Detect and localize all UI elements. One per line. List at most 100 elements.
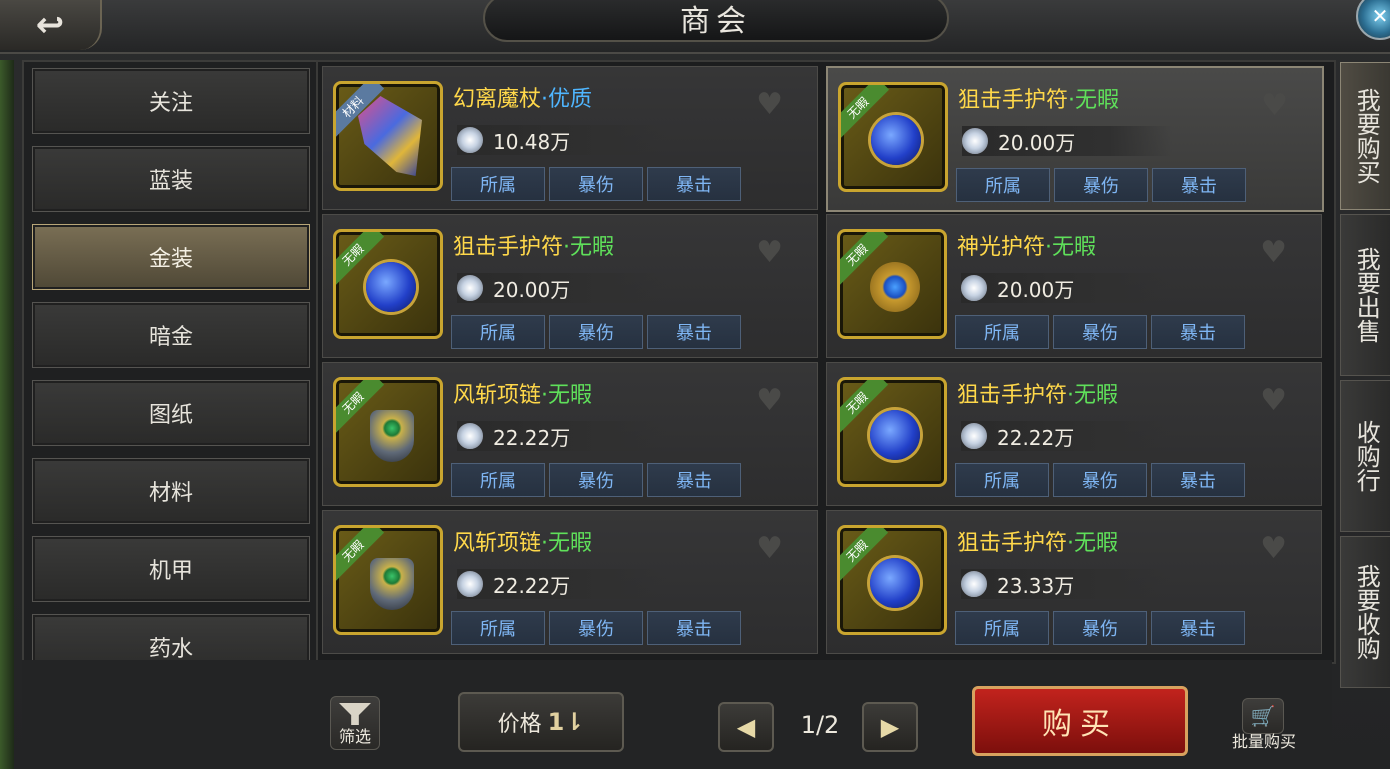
price-sort-button[interactable]: 价格 1⇂ xyxy=(458,692,624,752)
necklace-icon xyxy=(370,410,414,462)
bulk-buy-label: 批量购买 xyxy=(1231,732,1296,751)
amulet-icon xyxy=(870,410,920,460)
prev-page-button[interactable]: ◀ xyxy=(718,702,774,752)
tag-crit-damage: 暴伤 xyxy=(1053,315,1147,349)
item-card[interactable]: 材料 幻离魔杖·优质 ♥ 10.48万 所属 暴伤 暴击 xyxy=(322,66,818,210)
item-name: 神光护符·无暇 xyxy=(957,235,1097,260)
item-tags: 所属 暴伤 暴击 xyxy=(955,315,1245,349)
staff-icon xyxy=(358,96,422,176)
category-potions[interactable]: 药水 xyxy=(32,614,310,662)
page-title: 商会 xyxy=(680,4,752,39)
item-grid: 材料 幻离魔杖·优质 ♥ 10.48万 所属 暴伤 暴击 无暇 狙击手护符·无暇… xyxy=(316,60,1336,664)
bulk-buy-button[interactable]: 🛒 批量购买 xyxy=(1222,696,1306,752)
category-blue-gear[interactable]: 蓝装 xyxy=(32,146,310,212)
tag-crit: 暴击 xyxy=(1151,611,1245,645)
tag-crit-damage: 暴伤 xyxy=(1054,168,1148,202)
heart-icon[interactable]: ♥ xyxy=(756,383,783,418)
tab-purchase-house[interactable]: 收购行 xyxy=(1340,380,1390,532)
item-tags: 所属 暴伤 暴击 xyxy=(451,611,741,645)
item-card[interactable]: 无暇 风斩项链·无暇 ♥ 22.22万 所属 暴伤 暴击 xyxy=(322,510,818,654)
tag-crit: 暴击 xyxy=(647,315,741,349)
tag-ownership: 所属 xyxy=(955,315,1049,349)
tag-crit: 暴击 xyxy=(1151,463,1245,497)
category-materials[interactable]: 材料 xyxy=(32,458,310,524)
silver-coin-icon xyxy=(457,275,483,301)
item-thumbnail: 无暇 xyxy=(333,377,443,487)
category-follow[interactable]: 关注 xyxy=(32,68,310,134)
buy-label: 购买 xyxy=(1042,707,1118,742)
tab-buy[interactable]: 我要购买 xyxy=(1340,62,1390,210)
item-price: 10.48万 xyxy=(457,125,667,155)
triangle-left-icon: ◀ xyxy=(736,713,756,741)
buy-button[interactable]: 购买 xyxy=(972,686,1188,756)
item-price: 22.22万 xyxy=(961,421,1171,451)
item-card[interactable]: 无暇 神光护符·无暇 ♥ 20.00万 所属 暴伤 暴击 xyxy=(826,214,1322,358)
tag-crit-damage: 暴伤 xyxy=(549,611,643,645)
tag-crit-damage: 暴伤 xyxy=(549,167,643,201)
category-list: 关注 蓝装 金装 暗金 图纸 材料 机甲 药水 xyxy=(22,60,318,664)
funnel-icon xyxy=(339,703,371,725)
tag-ownership: 所属 xyxy=(451,611,545,645)
silver-coin-icon xyxy=(961,571,987,597)
sort-icon: 1⇂ xyxy=(547,708,585,736)
silver-coin-icon xyxy=(961,275,987,301)
amulet-icon xyxy=(366,262,416,312)
tag-crit: 暴击 xyxy=(1151,315,1245,349)
tag-crit-damage: 暴伤 xyxy=(1053,463,1147,497)
heart-icon[interactable]: ♥ xyxy=(1261,88,1288,123)
item-card[interactable]: 无暇 狙击手护符·无暇 ♥ 23.33万 所属 暴伤 暴击 xyxy=(826,510,1322,654)
item-thumbnail: 无暇 xyxy=(838,82,948,192)
filter-button[interactable]: 筛选 xyxy=(330,696,380,750)
category-blueprint[interactable]: 图纸 xyxy=(32,380,310,446)
item-card-selected[interactable]: 无暇 狙击手护符·无暇 ♥ 20.00万 所属 暴伤 暴击 xyxy=(826,66,1324,212)
item-name: 狙击手护符·无暇 xyxy=(957,531,1119,556)
tab-want-to-buy[interactable]: 我要收购 xyxy=(1340,536,1390,688)
heart-icon[interactable]: ♥ xyxy=(1260,235,1287,270)
tag-crit: 暴击 xyxy=(647,611,741,645)
heart-icon[interactable]: ♥ xyxy=(1260,383,1287,418)
item-tags: 所属 暴伤 暴击 xyxy=(955,463,1245,497)
category-mecha[interactable]: 机甲 xyxy=(32,536,310,602)
tag-crit-damage: 暴伤 xyxy=(1053,611,1147,645)
tag-ownership: 所属 xyxy=(955,611,1049,645)
item-price: 22.22万 xyxy=(457,421,667,451)
tag-crit: 暴击 xyxy=(647,463,741,497)
tag-ownership: 所属 xyxy=(955,463,1049,497)
category-dark-gold[interactable]: 暗金 xyxy=(32,302,310,368)
tag-ownership: 所属 xyxy=(451,463,545,497)
title-plate: 商会 xyxy=(483,0,949,42)
next-page-button[interactable]: ▶ xyxy=(862,702,918,752)
tag-crit-damage: 暴伤 xyxy=(549,315,643,349)
heart-icon[interactable]: ♥ xyxy=(756,531,783,566)
item-price: 20.00万 xyxy=(962,126,1172,156)
item-tags: 所属 暴伤 暴击 xyxy=(956,168,1246,202)
tag-ownership: 所属 xyxy=(451,315,545,349)
back-button[interactable]: ↩ xyxy=(0,0,102,50)
tag-ownership: 所属 xyxy=(956,168,1050,202)
item-name: 狙击手护符·无暇 xyxy=(957,383,1119,408)
page-indicator: 1/2 xyxy=(800,711,840,739)
heart-icon[interactable]: ♥ xyxy=(1260,531,1287,566)
close-orb-icon: ✕ xyxy=(1371,4,1389,28)
item-card[interactable]: 无暇 狙击手护符·无暇 ♥ 22.22万 所属 暴伤 暴击 xyxy=(826,362,1322,506)
category-gold-gear[interactable]: 金装 xyxy=(32,224,310,290)
item-thumbnail: 无暇 xyxy=(837,229,947,339)
tag-crit-damage: 暴伤 xyxy=(549,463,643,497)
back-arrow-icon: ↩ xyxy=(35,5,65,45)
item-price: 20.00万 xyxy=(961,273,1171,303)
silver-coin-icon xyxy=(962,128,988,154)
item-thumbnail: 无暇 xyxy=(837,377,947,487)
silver-coin-icon xyxy=(457,571,483,597)
necklace-icon xyxy=(370,558,414,610)
item-thumbnail: 材料 xyxy=(333,81,443,191)
item-name: 风斩项链·无暇 xyxy=(453,531,593,556)
item-tags: 所属 暴伤 暴击 xyxy=(451,167,741,201)
silver-coin-icon xyxy=(457,423,483,449)
heart-icon[interactable]: ♥ xyxy=(756,235,783,270)
heart-icon[interactable]: ♥ xyxy=(756,87,783,122)
tab-sell[interactable]: 我要出售 xyxy=(1340,214,1390,376)
sort-label: 价格 xyxy=(497,712,542,737)
item-card[interactable]: 无暇 狙击手护符·无暇 ♥ 20.00万 所属 暴伤 暴击 xyxy=(322,214,818,358)
item-name: 风斩项链·无暇 xyxy=(453,383,593,408)
item-card[interactable]: 无暇 风斩项链·无暇 ♥ 22.22万 所属 暴伤 暴击 xyxy=(322,362,818,506)
